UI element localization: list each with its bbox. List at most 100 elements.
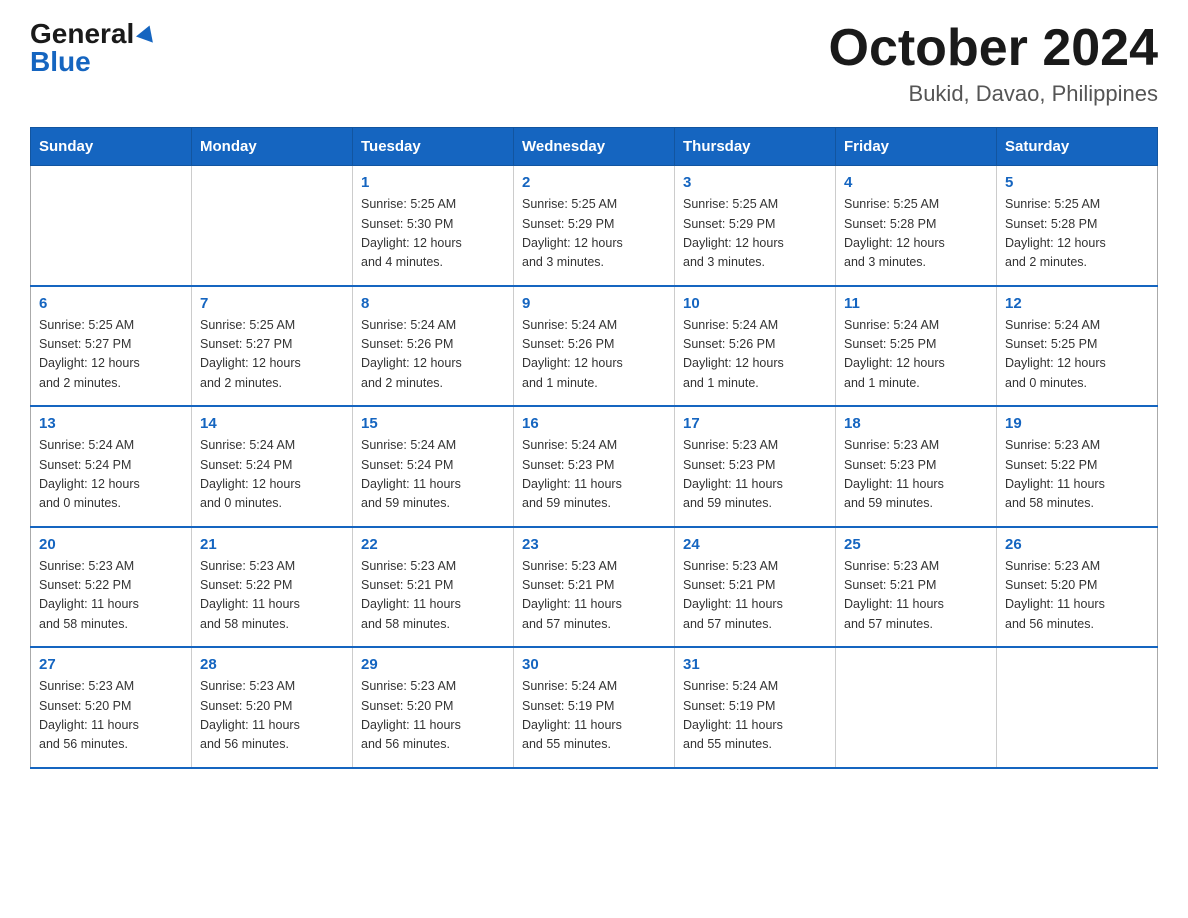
calendar-cell: 25 Sunrise: 5:23 AMSunset: 5:21 PMDayligh… xyxy=(836,527,997,648)
calendar-cell: 22Sunrise: 5:23 AMSunset: 5:21 PMDayligh… xyxy=(353,527,514,648)
calendar-cell: 7 Sunrise: 5:25 AMSunset: 5:27 PMDaylight… xyxy=(192,286,353,407)
day-info: Sunrise: 5:23 AMSunset: 5:22 PMDaylight:… xyxy=(39,557,183,635)
calendar-cell: 16 Sunrise: 5:24 AMSunset: 5:23 PMDayligh… xyxy=(514,406,675,527)
calendar-table: SundayMondayTuesdayWednesdayThursdayFrid… xyxy=(30,127,1158,769)
day-number: 5 xyxy=(1005,174,1149,191)
logo-general-text: General xyxy=(30,20,134,48)
day-number: 15 xyxy=(361,415,505,432)
calendar-cell: 23Sunrise: 5:23 AMSunset: 5:21 PMDayligh… xyxy=(514,527,675,648)
calendar-cell: 26 Sunrise: 5:23 AMSunset: 5:20 PMDayligh… xyxy=(997,527,1158,648)
day-info: Sunrise: 5:23 AMSunset: 5:21 PMDaylight:… xyxy=(683,557,827,635)
day-info: Sunrise: 5:24 AMSunset: 5:26 PMDaylight:… xyxy=(361,316,505,394)
location-subtitle: Bukid, Davao, Philippines xyxy=(829,81,1159,107)
day-info: Sunrise: 5:24 AMSunset: 5:26 PMDaylight:… xyxy=(683,316,827,394)
day-info: Sunrise: 5:25 AMSunset: 5:27 PMDaylight:… xyxy=(39,316,183,394)
calendar-cell: 4 Sunrise: 5:25 AMSunset: 5:28 PMDaylight… xyxy=(836,166,997,286)
day-number: 16 xyxy=(522,415,666,432)
day-info: Sunrise: 5:23 AMSunset: 5:21 PMDaylight:… xyxy=(844,557,988,635)
calendar-cell: 19 Sunrise: 5:23 AMSunset: 5:22 PMDayligh… xyxy=(997,406,1158,527)
day-number: 21 xyxy=(200,536,344,553)
day-info: Sunrise: 5:24 AMSunset: 5:19 PMDaylight:… xyxy=(683,677,827,755)
day-number: 8 xyxy=(361,295,505,312)
weekday-header-wednesday: Wednesday xyxy=(514,128,675,166)
day-number: 7 xyxy=(200,295,344,312)
calendar-cell: 20Sunrise: 5:23 AMSunset: 5:22 PMDayligh… xyxy=(31,527,192,648)
day-number: 19 xyxy=(1005,415,1149,432)
calendar-cell: 3 Sunrise: 5:25 AMSunset: 5:29 PMDaylight… xyxy=(675,166,836,286)
calendar-cell: 8 Sunrise: 5:24 AMSunset: 5:26 PMDaylight… xyxy=(353,286,514,407)
calendar-week-row: 20Sunrise: 5:23 AMSunset: 5:22 PMDayligh… xyxy=(31,527,1158,648)
day-number: 29 xyxy=(361,656,505,673)
weekday-header-tuesday: Tuesday xyxy=(353,128,514,166)
calendar-cell xyxy=(192,166,353,286)
calendar-week-row: 13 Sunrise: 5:24 AMSunset: 5:24 PMDayligh… xyxy=(31,406,1158,527)
day-number: 26 xyxy=(1005,536,1149,553)
title-section: October 2024 Bukid, Davao, Philippines xyxy=(829,20,1159,107)
calendar-cell: 31 Sunrise: 5:24 AMSunset: 5:19 PMDayligh… xyxy=(675,647,836,768)
day-number: 25 xyxy=(844,536,988,553)
day-info: Sunrise: 5:25 AMSunset: 5:28 PMDaylight:… xyxy=(844,195,988,273)
logo: General Blue xyxy=(30,20,156,76)
day-number: 30 xyxy=(522,656,666,673)
day-info: Sunrise: 5:24 AMSunset: 5:26 PMDaylight:… xyxy=(522,316,666,394)
day-number: 14 xyxy=(200,415,344,432)
day-number: 6 xyxy=(39,295,183,312)
day-info: Sunrise: 5:25 AMSunset: 5:29 PMDaylight:… xyxy=(683,195,827,273)
day-info: Sunrise: 5:24 AMSunset: 5:24 PMDaylight:… xyxy=(39,436,183,514)
day-info: Sunrise: 5:24 AMSunset: 5:23 PMDaylight:… xyxy=(522,436,666,514)
day-number: 23 xyxy=(522,536,666,553)
calendar-cell: 1Sunrise: 5:25 AMSunset: 5:30 PMDaylight… xyxy=(353,166,514,286)
day-info: Sunrise: 5:23 AMSunset: 5:20 PMDaylight:… xyxy=(200,677,344,755)
day-number: 4 xyxy=(844,174,988,191)
day-number: 18 xyxy=(844,415,988,432)
day-info: Sunrise: 5:23 AMSunset: 5:22 PMDaylight:… xyxy=(1005,436,1149,514)
day-number: 12 xyxy=(1005,295,1149,312)
day-number: 17 xyxy=(683,415,827,432)
calendar-week-row: 1Sunrise: 5:25 AMSunset: 5:30 PMDaylight… xyxy=(31,166,1158,286)
calendar-cell: 29 Sunrise: 5:23 AMSunset: 5:20 PMDayligh… xyxy=(353,647,514,768)
day-info: Sunrise: 5:24 AMSunset: 5:24 PMDaylight:… xyxy=(361,436,505,514)
calendar-cell: 13 Sunrise: 5:24 AMSunset: 5:24 PMDayligh… xyxy=(31,406,192,527)
day-number: 31 xyxy=(683,656,827,673)
calendar-week-row: 6 Sunrise: 5:25 AMSunset: 5:27 PMDaylight… xyxy=(31,286,1158,407)
day-number: 10 xyxy=(683,295,827,312)
day-info: Sunrise: 5:25 AMSunset: 5:28 PMDaylight:… xyxy=(1005,195,1149,273)
day-info: Sunrise: 5:23 AMSunset: 5:23 PMDaylight:… xyxy=(844,436,988,514)
calendar-cell: 5 Sunrise: 5:25 AMSunset: 5:28 PMDaylight… xyxy=(997,166,1158,286)
calendar-cell: 15 Sunrise: 5:24 AMSunset: 5:24 PMDayligh… xyxy=(353,406,514,527)
day-info: Sunrise: 5:25 AMSunset: 5:29 PMDaylight:… xyxy=(522,195,666,273)
day-number: 11 xyxy=(844,295,988,312)
calendar-cell: 12 Sunrise: 5:24 AMSunset: 5:25 PMDayligh… xyxy=(997,286,1158,407)
day-info: Sunrise: 5:25 AMSunset: 5:27 PMDaylight:… xyxy=(200,316,344,394)
day-number: 1 xyxy=(361,174,505,191)
day-number: 27 xyxy=(39,656,183,673)
calendar-cell: 21Sunrise: 5:23 AMSunset: 5:22 PMDayligh… xyxy=(192,527,353,648)
day-info: Sunrise: 5:24 AMSunset: 5:25 PMDaylight:… xyxy=(844,316,988,394)
calendar-week-row: 27 Sunrise: 5:23 AMSunset: 5:20 PMDayligh… xyxy=(31,647,1158,768)
day-number: 9 xyxy=(522,295,666,312)
day-number: 28 xyxy=(200,656,344,673)
day-info: Sunrise: 5:24 AMSunset: 5:24 PMDaylight:… xyxy=(200,436,344,514)
day-info: Sunrise: 5:24 AMSunset: 5:19 PMDaylight:… xyxy=(522,677,666,755)
calendar-cell: 2 Sunrise: 5:25 AMSunset: 5:29 PMDaylight… xyxy=(514,166,675,286)
day-number: 2 xyxy=(522,174,666,191)
page-header: General Blue October 2024 Bukid, Davao, … xyxy=(30,20,1158,107)
calendar-cell: 11 Sunrise: 5:24 AMSunset: 5:25 PMDayligh… xyxy=(836,286,997,407)
day-info: Sunrise: 5:23 AMSunset: 5:21 PMDaylight:… xyxy=(361,557,505,635)
calendar-cell: 27Sunrise: 5:23 AMSunset: 5:20 PMDayligh… xyxy=(31,647,192,768)
weekday-header-thursday: Thursday xyxy=(675,128,836,166)
calendar-cell: 14 Sunrise: 5:24 AMSunset: 5:24 PMDayligh… xyxy=(192,406,353,527)
calendar-cell: 17Sunrise: 5:23 AMSunset: 5:23 PMDayligh… xyxy=(675,406,836,527)
calendar-cell: 28 Sunrise: 5:23 AMSunset: 5:20 PMDayligh… xyxy=(192,647,353,768)
calendar-cell: 9 Sunrise: 5:24 AMSunset: 5:26 PMDaylight… xyxy=(514,286,675,407)
day-number: 3 xyxy=(683,174,827,191)
calendar-cell xyxy=(31,166,192,286)
day-number: 13 xyxy=(39,415,183,432)
day-info: Sunrise: 5:24 AMSunset: 5:25 PMDaylight:… xyxy=(1005,316,1149,394)
weekday-header-monday: Monday xyxy=(192,128,353,166)
calendar-cell: 30 Sunrise: 5:24 AMSunset: 5:19 PMDayligh… xyxy=(514,647,675,768)
day-info: Sunrise: 5:23 AMSunset: 5:20 PMDaylight:… xyxy=(1005,557,1149,635)
day-info: Sunrise: 5:23 AMSunset: 5:20 PMDaylight:… xyxy=(361,677,505,755)
weekday-header-friday: Friday xyxy=(836,128,997,166)
weekday-header-sunday: Sunday xyxy=(31,128,192,166)
